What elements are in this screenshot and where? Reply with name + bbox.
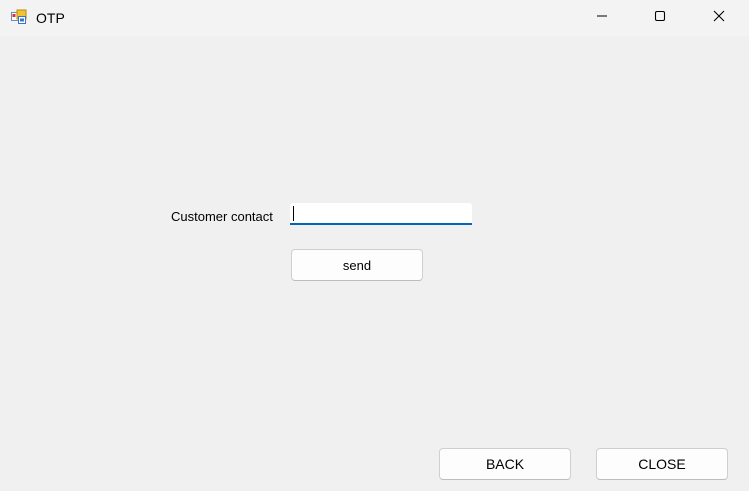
close-window-button[interactable] xyxy=(690,0,748,36)
maximize-icon xyxy=(654,9,666,27)
title-bar[interactable]: OTP xyxy=(0,0,749,36)
minimize-icon xyxy=(596,9,608,27)
app-form-icon xyxy=(11,9,27,25)
close-icon xyxy=(713,9,725,27)
customer-contact-label: Customer contact xyxy=(171,209,273,224)
window-title: OTP xyxy=(36,10,65,26)
close-button[interactable]: CLOSE xyxy=(596,448,728,480)
text-caret xyxy=(293,206,294,221)
otp-window: OTP Customer contact send BACK CLOSE xyxy=(0,0,749,491)
minimize-button[interactable] xyxy=(573,0,631,36)
back-button[interactable]: BACK xyxy=(439,448,571,480)
maximize-button[interactable] xyxy=(631,0,689,36)
customer-contact-input[interactable] xyxy=(290,203,472,225)
send-button[interactable]: send xyxy=(291,249,423,281)
